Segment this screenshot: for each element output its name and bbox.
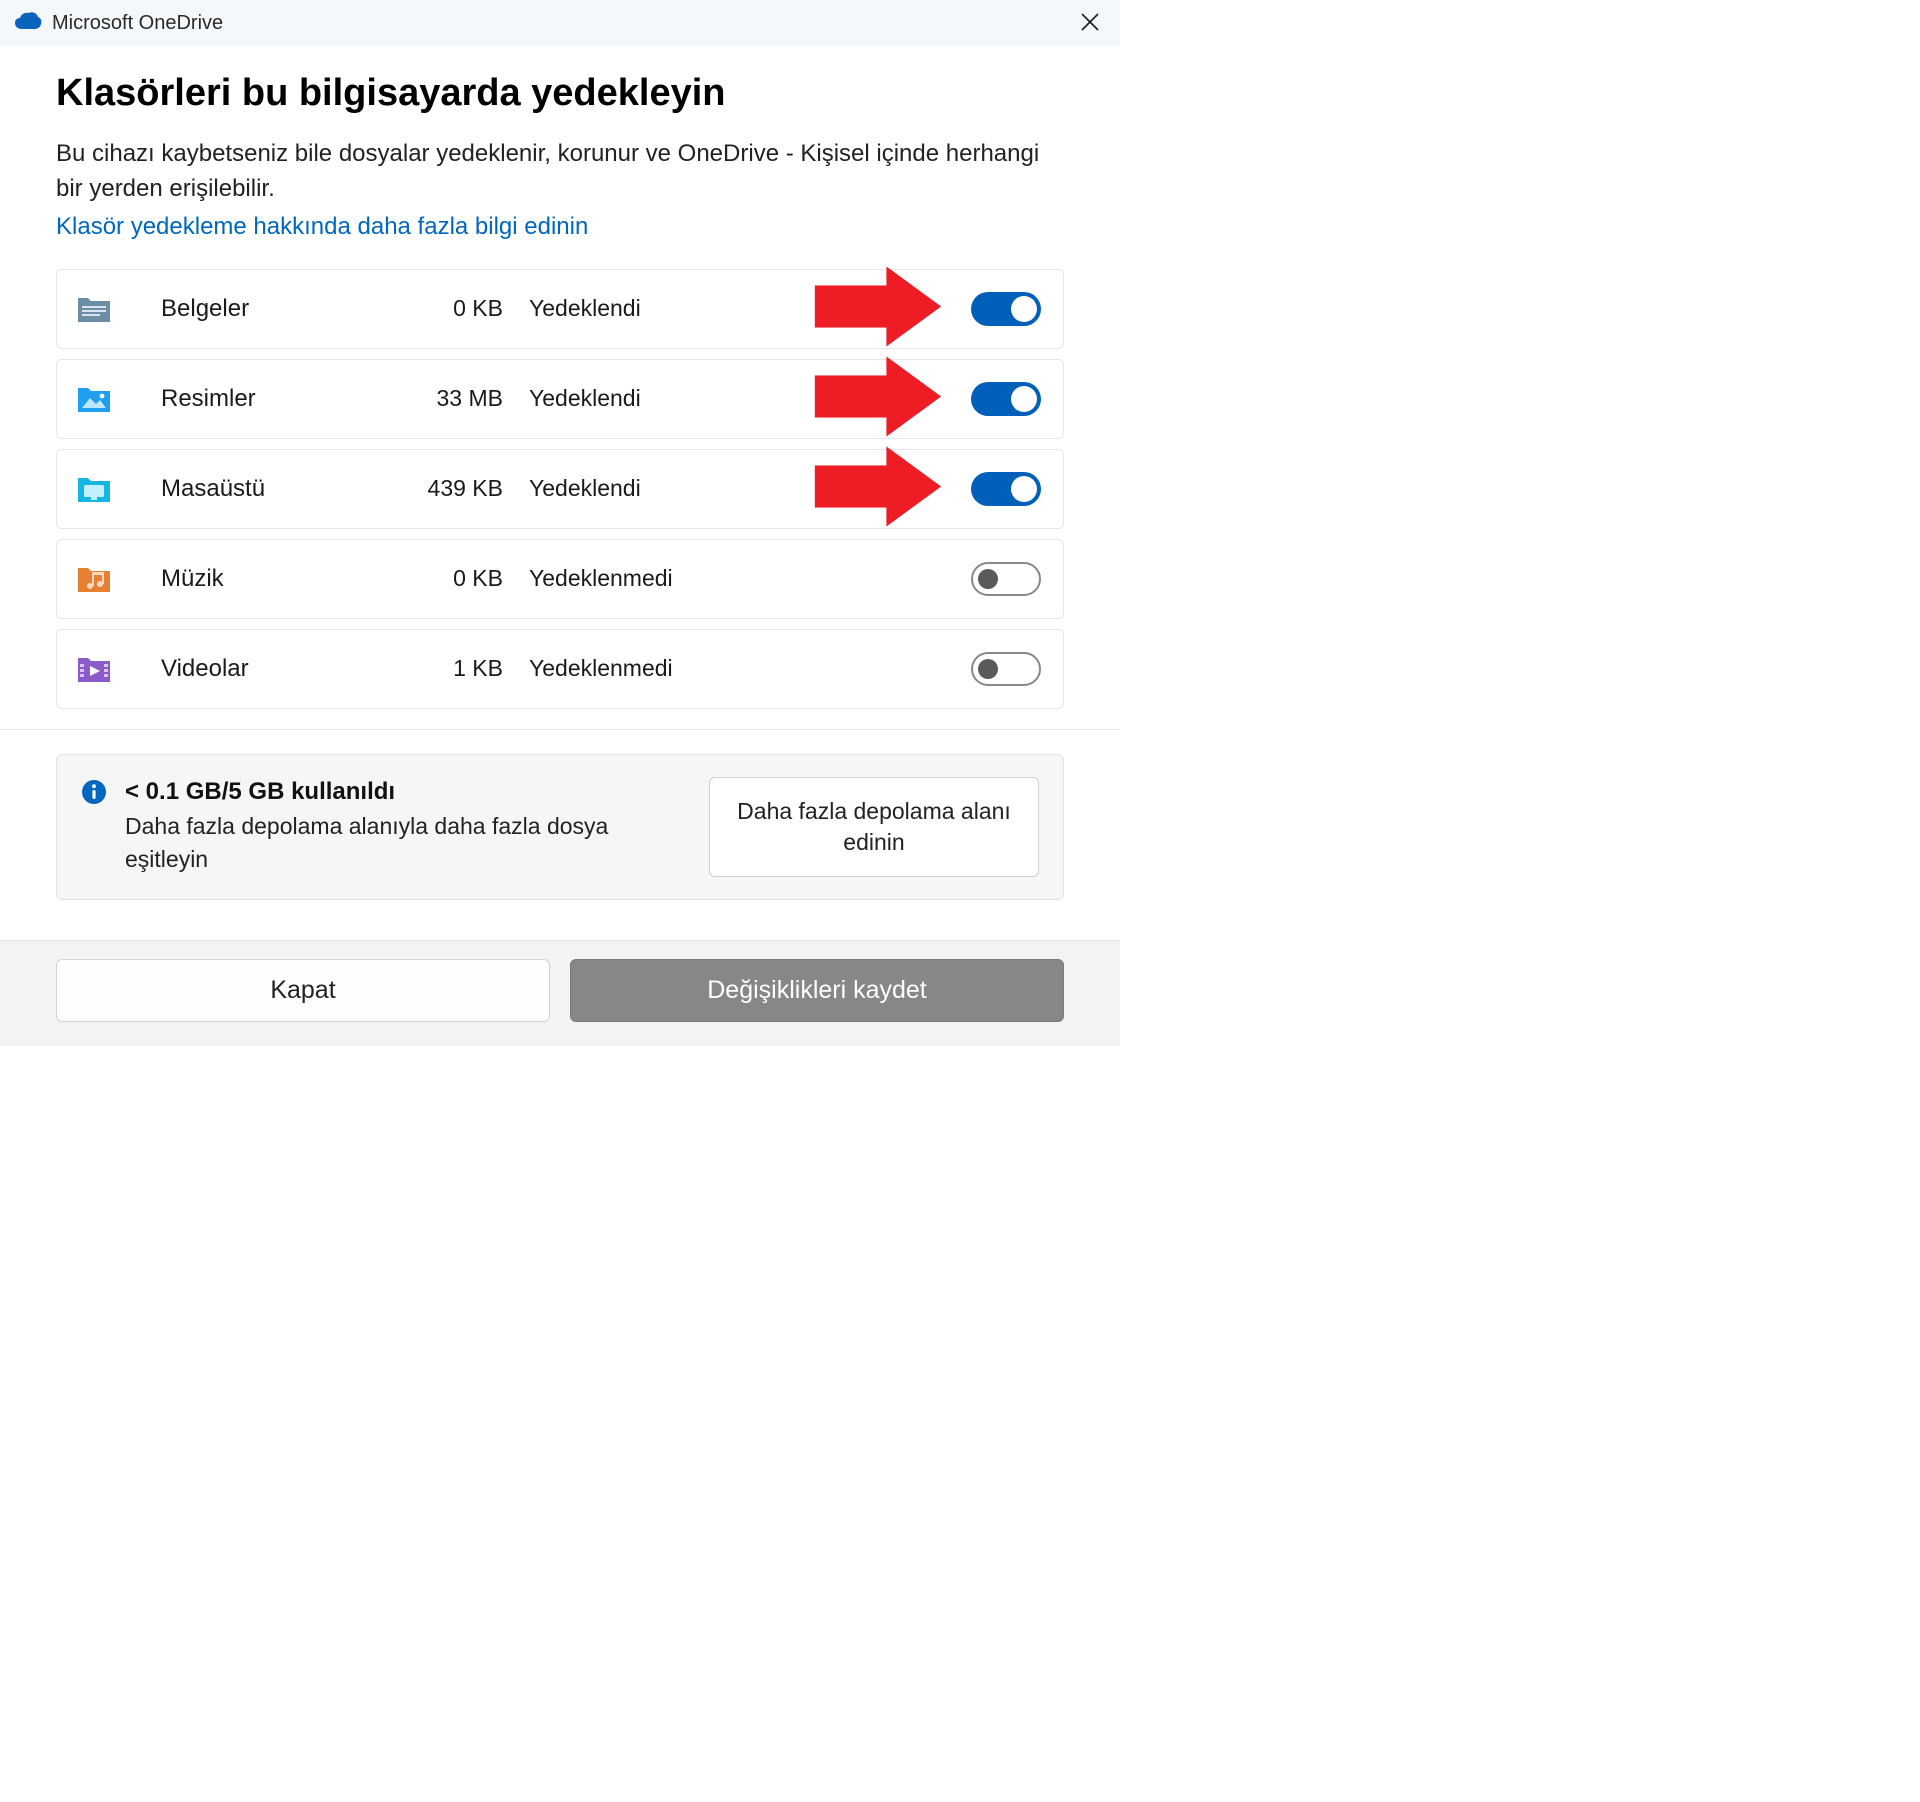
folder-row: Resimler 33 MB Yedeklendi bbox=[56, 359, 1064, 439]
backup-toggle[interactable] bbox=[971, 472, 1041, 506]
page-heading: Klasörleri bu bilgisayarda yedekleyin bbox=[56, 72, 1064, 115]
storage-info-panel: < 0.1 GB/5 GB kullanıldı Daha fazla depo… bbox=[56, 754, 1064, 900]
folder-size: 33 MB bbox=[373, 385, 503, 412]
backup-toggle[interactable] bbox=[971, 562, 1041, 596]
main-content: Klasörleri bu bilgisayarda yedekleyin Bu… bbox=[0, 46, 1120, 900]
music-folder-icon bbox=[75, 564, 123, 594]
info-icon bbox=[81, 779, 107, 810]
storage-usage-title: < 0.1 GB/5 GB kullanıldı bbox=[125, 778, 691, 806]
folder-size: 439 KB bbox=[373, 475, 503, 502]
dialog-footer: Kapat Değişiklikleri kaydet bbox=[0, 940, 1120, 1046]
folder-name: Müzik bbox=[123, 565, 373, 593]
folder-row: Belgeler 0 KB Yedeklendi bbox=[56, 269, 1064, 349]
backup-toggle[interactable] bbox=[971, 382, 1041, 416]
onedrive-cloud-icon bbox=[14, 11, 42, 36]
folder-list: Belgeler 0 KB Yedeklendi Resimler 33 MB … bbox=[56, 269, 1064, 709]
storage-usage-subtitle: Daha fazla depolama alanıyla daha fazla … bbox=[125, 810, 691, 874]
pictures-folder-icon bbox=[75, 384, 123, 414]
videos-folder-icon bbox=[75, 654, 123, 684]
folder-status: Yedeklendi bbox=[503, 295, 971, 322]
folder-size: 1 KB bbox=[373, 655, 503, 682]
folder-name: Resimler bbox=[123, 385, 373, 413]
folder-size: 0 KB bbox=[373, 565, 503, 592]
window-titlebar: Microsoft OneDrive bbox=[0, 0, 1120, 46]
get-more-storage-button[interactable]: Daha fazla depolama alanı edinin bbox=[709, 777, 1039, 877]
close-icon bbox=[1080, 12, 1100, 32]
titlebar-left: Microsoft OneDrive bbox=[14, 11, 223, 36]
folder-status: Yedeklendi bbox=[503, 385, 971, 412]
backup-toggle[interactable] bbox=[971, 292, 1041, 326]
save-changes-button[interactable]: Değişiklikleri kaydet bbox=[570, 959, 1064, 1022]
folder-status: Yedeklenmedi bbox=[503, 655, 971, 682]
folder-row: Videolar 1 KB Yedeklenmedi bbox=[56, 629, 1064, 709]
learn-more-link[interactable]: Klasör yedekleme hakkında daha fazla bil… bbox=[56, 213, 588, 241]
close-dialog-button[interactable]: Kapat bbox=[56, 959, 550, 1022]
documents-folder-icon bbox=[75, 294, 123, 324]
folder-status: Yedeklenmedi bbox=[503, 565, 971, 592]
folder-row: Masaüstü 439 KB Yedeklendi bbox=[56, 449, 1064, 529]
folder-name: Belgeler bbox=[123, 295, 373, 323]
folder-name: Videolar bbox=[123, 655, 373, 683]
desktop-folder-icon bbox=[75, 474, 123, 504]
storage-text: < 0.1 GB/5 GB kullanıldı Daha fazla depo… bbox=[125, 778, 691, 874]
page-subtitle: Bu cihazı kaybetseniz bile dosyalar yede… bbox=[56, 137, 1064, 207]
section-divider bbox=[0, 729, 1120, 730]
window-title: Microsoft OneDrive bbox=[52, 12, 223, 35]
backup-toggle[interactable] bbox=[971, 652, 1041, 686]
folder-size: 0 KB bbox=[373, 295, 503, 322]
folder-name: Masaüstü bbox=[123, 475, 373, 503]
folder-status: Yedeklendi bbox=[503, 475, 971, 502]
close-button[interactable] bbox=[1074, 8, 1106, 39]
folder-row: Müzik 0 KB Yedeklenmedi bbox=[56, 539, 1064, 619]
